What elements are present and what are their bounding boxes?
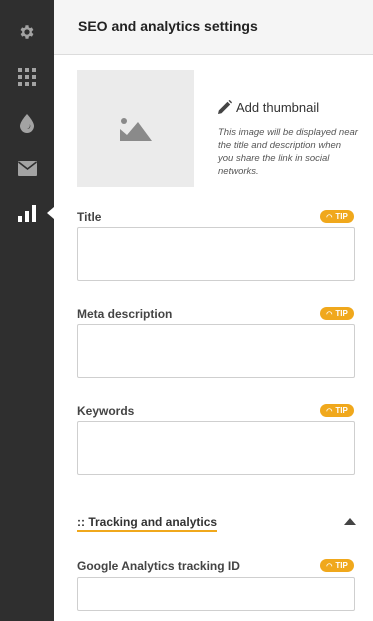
thumbnail-placeholder[interactable]: [77, 70, 194, 187]
tip-icon: ◠: [326, 562, 333, 570]
title-tip-button[interactable]: ◠ TIP: [320, 210, 354, 223]
sidebar: [0, 0, 54, 621]
sidebar-item-mail[interactable]: [0, 151, 54, 185]
title-field[interactable]: [77, 227, 355, 281]
title-label: Title: [77, 210, 102, 224]
keywords-label: Keywords: [77, 404, 135, 418]
sidebar-item-apps[interactable]: [0, 60, 54, 94]
meta-description-field[interactable]: [77, 324, 355, 378]
pencil-icon: [218, 100, 232, 114]
page-title: SEO and analytics settings: [78, 18, 258, 34]
active-indicator: [47, 207, 54, 219]
seo-settings-panel: SEO and analytics settings Add thumbnail…: [54, 0, 373, 621]
ga-tracking-id-label: Google Analytics tracking ID: [77, 559, 240, 573]
keywords-field[interactable]: [77, 421, 355, 475]
collapse-arrow-icon[interactable]: [344, 518, 356, 525]
keywords-tip-button[interactable]: ◠ TIP: [320, 404, 354, 417]
tip-icon: ◠: [326, 310, 333, 318]
tracking-section-header[interactable]: :: Tracking and analytics: [77, 515, 218, 532]
tip-icon: ◠: [326, 213, 333, 221]
add-thumbnail-button[interactable]: Add thumbnail: [217, 100, 319, 115]
tip-icon: ◠: [326, 407, 333, 415]
add-thumbnail-label: Add thumbnail: [236, 100, 320, 115]
sidebar-item-design[interactable]: [0, 106, 54, 140]
tip-label: TIP: [335, 561, 348, 570]
meta-description-tip-button[interactable]: ◠ TIP: [320, 307, 354, 320]
sidebar-item-settings[interactable]: [0, 15, 54, 49]
mail-icon: [17, 160, 37, 176]
tip-label: TIP: [335, 212, 348, 221]
tip-label: TIP: [335, 406, 348, 415]
bar-chart-icon: [17, 204, 36, 222]
ga-tracking-id-field[interactable]: [77, 577, 355, 611]
gear-icon: [20, 25, 34, 39]
tip-label: TIP: [335, 309, 348, 318]
sidebar-item-analytics[interactable]: [0, 196, 54, 230]
thumbnail-help-text: This image will be displayed near the ti…: [218, 127, 358, 177]
grid-icon: [18, 68, 36, 86]
panel-header: SEO and analytics settings: [54, 0, 373, 55]
ga-tracking-id-tip-button[interactable]: ◠ TIP: [320, 559, 354, 572]
drop-icon: [20, 114, 34, 133]
meta-description-label: Meta description: [77, 307, 173, 321]
image-icon: [119, 117, 152, 141]
